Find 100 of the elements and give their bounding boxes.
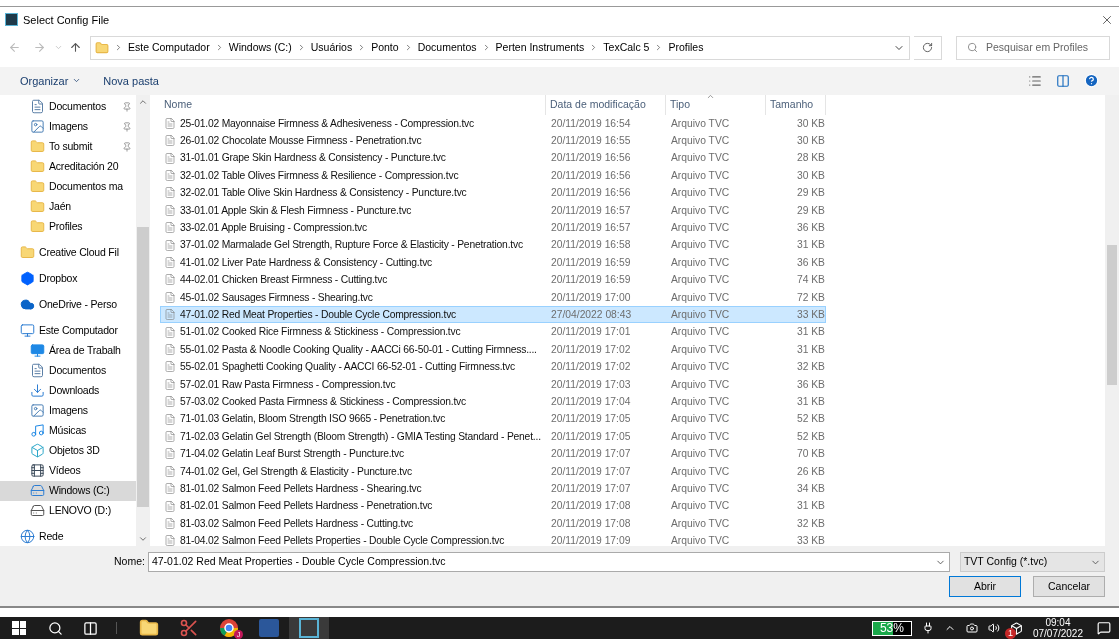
sidebar-item[interactable]: Downloads xyxy=(0,380,136,401)
cancel-button[interactable]: Cancelar xyxy=(1033,576,1105,598)
sidebar-item[interactable]: OneDrive - Perso xyxy=(0,294,136,315)
file-row[interactable]: 71-04.02 Gelatin Leaf Burst Strength - Puncture.tvc 20/11/2019 17:07 Arquivo TVC 70 KB xyxy=(160,445,826,463)
breadcrumb[interactable]: Windows (C:) xyxy=(228,40,292,56)
file-row[interactable]: 81-01.02 Salmon Feed Pellets Hardness - Shearing.tvc 20/11/2019 17:07 Arquivo TVC 34 KB xyxy=(160,479,826,498)
file-name: 31-01.01 Grape Skin Hardness & Consistency - Puncture.tvc xyxy=(180,151,446,166)
new-folder-button[interactable]: Nova pasta xyxy=(103,72,159,89)
file-icon xyxy=(164,134,176,148)
type-cell-text: Arquivo TVC xyxy=(670,151,731,166)
sidebar-item[interactable]: Windows (C:) xyxy=(0,480,136,501)
file-row[interactable]: 47-01.02 Red Meat Properties - Double Cycle Compression.tvc 27/04/2022 08:43 Arquivo TVC 33 KB xyxy=(160,306,826,324)
search-icon[interactable] xyxy=(48,620,63,636)
date-cell-text: 20/11/2019 16:56 xyxy=(550,151,632,166)
file-row[interactable]: 71-02.03 Gelatin Gel Strength (Bloom Strength) - GMIA Testing Standard - Penet... 20/11/2019 17:05 Arquivo TVC 52 KB xyxy=(160,427,826,446)
file-row[interactable]: 81-04.02 Salmon Feed Pellets Properties - Double Cycle Compression.tvc 20/11/2019 17:09 Arquivo TVC 33 KB xyxy=(160,532,826,547)
file-row[interactable]: 55-02.01 Spaghetti Cooking Quality - AACCI 66-52-01 - Cutting Firmness.tvc 20/11/2019 17:02 Arquivo TVC 32 KB xyxy=(160,358,826,376)
sidebar-item[interactable]: Jaén xyxy=(0,196,136,217)
column-header[interactable]: Data de modificação xyxy=(546,94,666,115)
camera-icon[interactable] xyxy=(965,622,978,634)
file-row[interactable]: 32-02.01 Table Olive Skin Hardness & Consistency - Puncture.tvc 20/11/2019 16:56 Arquivo TVC 29 KB xyxy=(160,184,826,202)
date-cell-text: 20/11/2019 16:56 xyxy=(550,186,632,201)
sidebar-item[interactable]: To submit xyxy=(0,136,136,157)
sidebar-item[interactable]: Imagens xyxy=(0,116,136,137)
sidebar-item[interactable]: Músicas xyxy=(0,420,136,441)
search-field[interactable]: Pesquisar em Profiles xyxy=(956,35,1110,60)
sidebar-item[interactable]: Objetos 3D xyxy=(0,440,136,461)
start-icon[interactable] xyxy=(12,621,26,635)
file-row[interactable]: 33-02.01 Apple Bruising - Compression.tvc 20/11/2019 16:57 Arquivo TVC 36 KB xyxy=(160,219,826,237)
notifications-icon[interactable] xyxy=(1097,621,1111,635)
sidebar-item[interactable]: Este Computador xyxy=(0,320,136,341)
file-row[interactable]: 71-01.03 Gelatin, Bloom Strength ISO 9665 - Penetration.tvc 20/11/2019 17:05 Arquivo TVC 52 KB xyxy=(160,410,826,428)
file-row[interactable]: 55-01.02 Pasta & Noodle Cooking Quality - AACCi 66-50-01 - Cutting Firmness.... 20/11/2019 17:02 Arquivo TVC 31 KB xyxy=(160,340,826,359)
file-row[interactable]: 33-01.01 Apple Skin & Flesh Firmness - Puncture.tvc 20/11/2019 16:57 Arquivo TVC 29 KB xyxy=(160,201,826,220)
file-type-dropdown[interactable]: TVT Config (*.tvc) xyxy=(959,552,1105,573)
file-row[interactable]: 37-01.02 Marmalade Gel Strength, Rupture Force & Elasticity - Penetration.tvc 20/11/2019 16:58 Arquivo TVC 31 KB xyxy=(160,236,826,254)
file-icon xyxy=(164,273,176,287)
breadcrumb[interactable]: Documentos xyxy=(417,40,477,56)
file-row[interactable]: 44-02.01 Chicken Breast Firmness - Cutting.tvc 20/11/2019 16:59 Arquivo TVC 74 KB xyxy=(160,271,826,289)
sidebar-item[interactable]: Documentos xyxy=(0,360,136,381)
breadcrumb[interactable]: Perten Instruments xyxy=(495,40,585,56)
app-icon xyxy=(299,618,319,638)
size-cell-text: 33 KB xyxy=(795,308,825,322)
task-view-icon[interactable] xyxy=(83,620,98,636)
file-icon xyxy=(164,429,176,443)
file-row[interactable]: 32-01.02 Table Olives Firmness & Resilience - Compression.tvc 20/11/2019 16:56 Arquivo TVC 30 KB xyxy=(160,166,826,185)
file-icon xyxy=(164,516,176,530)
sidebar-item[interactable]: Dropbox xyxy=(0,268,136,289)
file-row[interactable]: 57-02.01 Raw Pasta Firmness - Compression.tvc 20/11/2019 17:03 Arquivo TVC 36 KB xyxy=(160,375,826,393)
type-cell-text: Arquivo TVC xyxy=(670,394,731,409)
monitor-icon xyxy=(30,343,45,359)
file-row[interactable]: 26-01.02 Chocolate Mousse Firmness - Penetration.tvc 20/11/2019 16:55 Arquivo TVC 30 KB xyxy=(160,132,826,150)
breadcrumb[interactable]: Profiles xyxy=(668,40,704,56)
organize-menu[interactable]: Organizar xyxy=(20,72,82,89)
sidebar-item[interactable]: Creative Cloud Fil xyxy=(0,242,136,263)
size-cell-text: 31 KB xyxy=(795,325,825,340)
file-name: 81-01.02 Salmon Feed Pellets Hardness - Shearing.tvc xyxy=(180,481,422,496)
view-options-icon[interactable] xyxy=(1028,73,1042,88)
breadcrumb[interactable]: Ponto xyxy=(371,40,399,56)
file-row[interactable]: 41-01.02 Liver Pate Hardness & Consistency - Cutting.tvc 20/11/2019 16:59 Arquivo TVC 36 KB xyxy=(160,253,826,272)
file-row[interactable]: 25-01.02 Mayonnaise Firmness & Adhesiveness - Compression.tvc 20/11/2019 16:54 Arquivo TVC 30 KB xyxy=(160,114,826,133)
file-row[interactable]: 51-01.02 Cooked Rice Firmness & Stickiness - Compression.tvc 20/11/2019 17:01 Arquivo TVC 31 KB xyxy=(160,323,826,341)
file-name: 44-02.01 Chicken Breast Firmness - Cutting.tvc xyxy=(180,273,388,288)
file-row[interactable]: 81-03.02 Salmon Feed Pellets Hardness - Cutting.tvc 20/11/2019 17:08 Arquivo TVC 32 KB xyxy=(160,514,826,533)
file-name: 33-01.01 Apple Skin & Flesh Firmness - Puncture.tvc xyxy=(180,203,412,218)
file-name: 71-04.02 Gelatin Leaf Burst Strength - Puncture.tvc xyxy=(180,447,404,462)
sidebar-item[interactable]: Área de Trabalh xyxy=(0,340,136,361)
size-cell-text: 32 KB xyxy=(795,360,825,375)
sidebar-item[interactable]: Documentos xyxy=(0,96,136,117)
sidebar-item[interactable]: Acreditación 20 xyxy=(0,156,136,177)
open-button[interactable]: Abrir xyxy=(949,576,1021,598)
address-bar[interactable]: Este Computador Windows (C:) Usuários Ponto Documentos Perten Instruments TexCalc 5 Profiles xyxy=(90,35,910,60)
refresh-button[interactable] xyxy=(914,35,942,60)
file-icon xyxy=(164,116,176,130)
up-icon[interactable] xyxy=(69,41,82,55)
column-header[interactable]: Tamanho xyxy=(766,94,826,115)
breadcrumb[interactable]: Este Computador xyxy=(128,40,210,56)
sidebar-item[interactable]: Profiles xyxy=(0,216,136,237)
file-row[interactable]: 57-03.02 Cooked Pasta Firmness & Stickiness - Compression.tvc 20/11/2019 17:04 Arquivo TVC 31 KB xyxy=(160,392,826,411)
file-row[interactable]: 45-01.02 Sausages Firmness - Shearing.tvc 20/11/2019 17:00 Arquivo TVC 72 KB xyxy=(160,288,826,306)
sidebar-item[interactable]: Vídeos xyxy=(0,460,136,481)
file-row[interactable]: 31-01.01 Grape Skin Hardness & Consistency - Puncture.tvc 20/11/2019 16:56 Arquivo TVC 28 KB xyxy=(160,149,826,167)
sidebar-item[interactable]: Imagens xyxy=(0,400,136,421)
file-row[interactable]: 74-01.02 Gel, Gel Strength & Elasticity - Puncture.tvc 20/11/2019 17:07 Arquivo TVC 26 KB xyxy=(160,462,826,480)
preview-pane-icon[interactable] xyxy=(1056,73,1070,88)
breadcrumb[interactable]: Usuários xyxy=(310,40,353,56)
sidebar-item[interactable]: Rede xyxy=(0,526,136,547)
volume-icon[interactable] xyxy=(987,622,1000,634)
cube-icon xyxy=(30,443,45,459)
sidebar-item[interactable]: LENOVO (D:) xyxy=(0,500,136,521)
help-icon[interactable] xyxy=(1084,73,1099,89)
file-name-field[interactable]: 47-01.02 Red Meat Properties - Double Cycle Compression.tvc xyxy=(147,552,950,573)
file-name: 25-01.02 Mayonnaise Firmness & Adhesiveness - Compression.tvc xyxy=(180,116,474,131)
column-header[interactable]: Tipo xyxy=(666,94,766,115)
file-row[interactable]: 81-02.01 Salmon Feed Pellets Hardness - Penetration.tvc 20/11/2019 17:08 Arquivo TVC 31 KB xyxy=(160,497,826,515)
breadcrumb[interactable]: TexCalc 5 xyxy=(603,40,650,56)
box-icon[interactable] xyxy=(1009,621,1023,635)
column-header[interactable]: Nome xyxy=(160,94,546,115)
date-cell-text: 20/11/2019 17:07 xyxy=(550,447,632,462)
sidebar-item[interactable]: Documentos ma xyxy=(0,176,136,197)
